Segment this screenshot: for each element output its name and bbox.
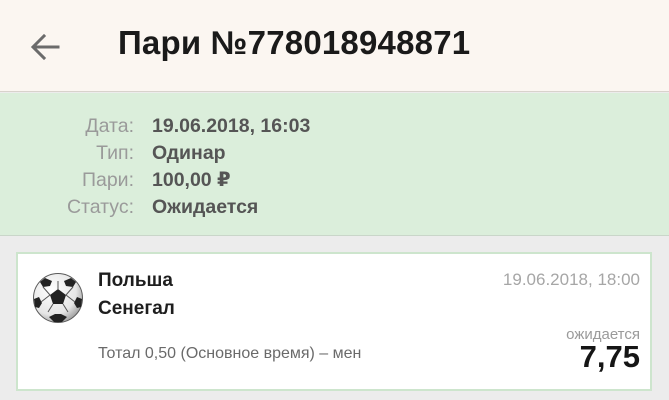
bet-event-card[interactable]: Польша Сенегал 19.06.2018, 18:00 Тотал 0… (16, 252, 652, 391)
info-value-date: 19.06.2018, 16:03 (152, 115, 311, 137)
info-value-stake: 100,00 ₽ (152, 169, 231, 191)
arrow-left-icon (30, 34, 60, 60)
soccer-ball-icon (33, 273, 83, 323)
info-label-stake: Пари: (81, 169, 134, 191)
back-button[interactable] (20, 24, 70, 70)
info-value-type: Одинар (152, 142, 226, 164)
bet-market: Тотал 0,50 (Основное время) – мен (98, 345, 362, 362)
team-home: Польша (98, 270, 173, 291)
page-title: Пари №778018948871 (118, 24, 471, 61)
bet-info-panel: Дата: 19.06.2018, 16:03 Тип: Одинар Пари… (0, 93, 669, 236)
bet-odds: 7,75 (579, 339, 640, 374)
info-row-stake: Пари: 100,00 ₽ (0, 167, 669, 194)
info-row-date: Дата: 19.06.2018, 16:03 (0, 113, 669, 140)
info-label-status: Статус: (66, 196, 134, 218)
info-label-type: Тип: (96, 142, 134, 164)
team-away: Сенегал (98, 298, 175, 319)
info-row-type: Тип: Одинар (0, 140, 669, 167)
info-label-date: Дата: (85, 115, 134, 137)
info-row-status: Статус: Ожидается (0, 194, 669, 221)
info-value-status: Ожидается (152, 196, 259, 218)
app-header: Пари №778018948871 (0, 0, 669, 92)
match-datetime: 19.06.2018, 18:00 (502, 270, 640, 289)
